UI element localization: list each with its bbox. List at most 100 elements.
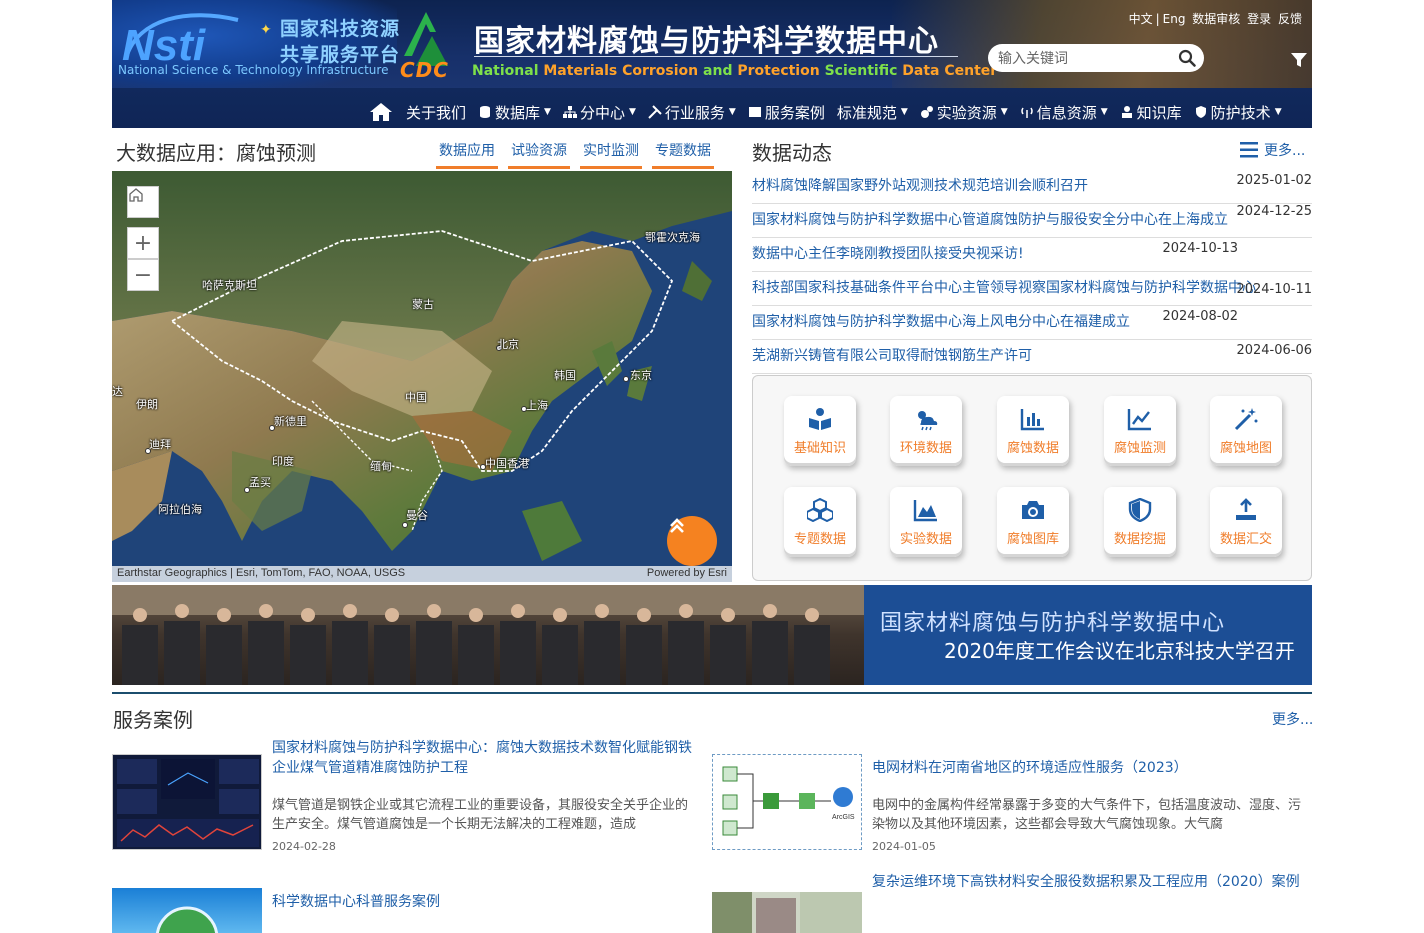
top-links: 中文 | Eng 数据审核 登录 反馈 [1126,10,1302,27]
railway-thumbnail [712,892,862,933]
news-item[interactable]: 材料腐蚀降解国家野外站观测技术规范培训会顺利召开 2025-01-02 [752,170,1312,204]
feedback-link[interactable]: 反馈 [1278,12,1302,26]
home-icon[interactable] [368,101,394,123]
search-icon[interactable] [1178,49,1196,67]
quick-link-basic-knowledge[interactable]: 基础知识 [784,396,856,466]
map-label: 缅甸 [370,460,392,473]
map-credit-esri[interactable]: Powered by Esri [647,567,727,581]
caret-down-icon: ▼ [628,107,636,117]
data-review-link[interactable]: 数据审核 [1192,12,1240,26]
case-thumbnail[interactable] [112,888,262,933]
cogs-icon [920,105,934,119]
case-date: 2024-01-05 [872,840,936,853]
news-item-title[interactable]: 材料腐蚀降解国家野外站观测技术规范培训会顺利召开 [752,175,1088,195]
map-home-button[interactable] [127,186,159,218]
site-title-en-part: National [472,63,539,79]
case-thumbnail[interactable] [712,892,862,933]
map-zoom-out-button[interactable]: − [127,259,159,291]
case-title[interactable]: 科学数据中心科普服务案例 [272,892,696,912]
cases-more-link[interactable]: 更多... [1272,709,1313,729]
camera-icon [1022,500,1044,519]
news-item[interactable]: 数据中心主任李晓刚教授团队接受央视采访! 2024-10-13 [752,238,1312,272]
case-description: 煤气管道是钢铁企业或其它流程工业的重要设备，其服役安全关乎企业的生产安全。煤气管… [272,798,689,832]
news-item-title[interactable]: 科技部国家科技基础条件平台中心主管领导视察国家材料腐蚀与防护科学数据中心 [752,277,1256,297]
news-item-title[interactable]: 芜湖新兴铸管有限公司取得耐蚀钢筋生产许可 [752,345,1032,365]
search-input[interactable] [998,48,1168,68]
quick-link-data-submission[interactable]: 数据汇交 [1210,487,1282,557]
news-item[interactable]: 国家材料腐蚀与防护科学数据中心管道腐蚀防护与服役安全分中心在上海成立 2024-… [752,204,1312,238]
cases-divider [112,692,1312,694]
tab-topic-data[interactable]: 专题数据 [652,138,714,169]
cubes-icon [807,497,833,522]
quick-link-topic-data[interactable]: 专题数据 [784,487,856,557]
site-title-en-part: Protection [732,63,820,79]
news-item-date: 2024-06-06 [1236,343,1312,358]
nsti-logo[interactable]: Nsti [118,8,258,68]
quick-link-corrosion-data[interactable]: 腐蚀数据 [997,396,1069,466]
tab-data-application[interactable]: 数据应用 [436,138,498,169]
filter-icon[interactable] [1290,51,1308,69]
svg-text:Nsti: Nsti [122,21,206,68]
quick-link-corrosion-monitoring[interactable]: 腐蚀监测 [1104,396,1176,466]
quick-link-corrosion-map[interactable]: 腐蚀地图 [1210,396,1282,466]
quick-link-corrosion-gallery[interactable]: 腐蚀图库 [997,487,1069,557]
case-title[interactable]: 国家材料腐蚀与防护科学数据中心：腐蚀大数据技术数智化赋能钢铁企业煤气管道精准腐蚀… [272,738,696,778]
tab-test-resources[interactable]: 试验资源 [508,138,570,169]
news-more-link[interactable]: 更多... [1240,140,1305,160]
quick-link-environment-data[interactable]: 环境数据 [890,396,962,466]
nav-item-6[interactable]: 实验资源 ▼ [920,102,1008,123]
nav-item-1[interactable]: 数据库 ▼ [478,102,551,123]
scroll-top-button[interactable] [667,516,717,566]
corrosion-map[interactable]: + − 鄂霍次克海 哈萨克斯坦 蒙古 北京 韩国 东京 中国 上海 新德里 迪拜… [112,171,732,582]
shield-icon [1194,105,1208,119]
site-title-en-part: Corrosion [617,63,699,79]
map-label: 蒙古 [412,298,434,311]
map-zoom-in-button[interactable]: + [127,227,159,259]
news-item[interactable]: 芜湖新兴铸管有限公司取得耐蚀钢筋生产许可 2024-06-06 [752,340,1312,374]
nav-item-2[interactable]: 分中心 ▼ [562,102,636,123]
nav-item-0[interactable]: 关于我们 [406,102,466,123]
double-chevron-up-icon [670,518,684,533]
nav-item-8[interactable]: 知识库 [1120,102,1182,123]
case-date: 2024-02-28 [272,840,336,853]
map-label: 曼谷 [406,509,428,522]
map-point[interactable] [623,376,629,382]
lang-en-link[interactable]: Eng [1163,12,1186,26]
quick-link-data-mining[interactable]: 数据挖掘 [1104,487,1176,557]
map-credit-sources[interactable]: Earthstar Geographics | Esri, TomTom, FA… [117,567,405,581]
list-icon [748,105,762,119]
map-label: 阿拉伯海 [158,503,202,516]
login-link[interactable]: 登录 [1247,12,1271,26]
nav-item-9[interactable]: 防护技术 ▼ [1194,102,1282,123]
earth-thumbnail [155,906,219,933]
quick-link-label: 腐蚀监测 [1113,440,1166,456]
quick-link-experiment-data[interactable]: 实验数据 [890,487,962,557]
nav-item-7[interactable]: 信息资源 ▼ [1020,102,1108,123]
nav-item-label: 服务案例 [764,103,825,122]
nav-item-label: 实验资源 [936,103,997,122]
nav-item-label: 知识库 [1136,103,1182,122]
nav-item-label: 标准规范 [836,103,897,122]
nav-item-4[interactable]: 服务案例 [748,102,825,123]
news-item[interactable]: 国家材料腐蚀与防护科学数据中心海上风电分中心在福建成立 2024-08-02 [752,306,1312,340]
case-title[interactable]: 电网材料在河南省地区的环境适应性服务（2023） [872,758,1302,778]
banner-line2: 2020年度工作会议在北京科技大学召开 [944,639,1295,663]
news-item-title[interactable]: 国家材料腐蚀与防护科学数据中心管道腐蚀防护与服役安全分中心在上海成立 [752,209,1228,229]
case-title[interactable]: 复杂运维环境下高铁材料安全服役数据积累及工程应用（2020）案例 [872,872,1302,892]
home-icon [129,188,143,202]
nav-item-3[interactable]: 行业服务 ▼ [648,102,736,123]
tab-realtime-monitoring[interactable]: 实时监测 [580,138,642,169]
nav-item-5[interactable]: 标准规范 ▼ [837,102,908,123]
case-thumbnail[interactable]: ArcGIS [712,754,862,850]
lang-separator: | [1155,12,1160,26]
lang-zh-link[interactable]: 中文 [1129,12,1153,26]
news-list: 材料腐蚀降解国家野外站观测技术规范培训会顺利召开 2025-01-02 国家材料… [752,170,1312,374]
site-title-en-part: and [698,63,733,79]
conference-banner[interactable]: 国家材料腐蚀与防护科学数据中心 2020年度工作会议在北京科技大学召开 [112,585,1312,685]
news-item-title[interactable]: 国家材料腐蚀与防护科学数据中心海上风电分中心在福建成立 [752,311,1130,331]
caret-down-icon: ▼ [1100,107,1108,117]
news-item[interactable]: 科技部国家科技基础条件平台中心主管领导视察国家材料腐蚀与防护科学数据中心 202… [752,272,1312,306]
news-item-title[interactable]: 数据中心主任李晓刚教授团队接受央视采访! [752,243,1024,263]
case-thumbnail[interactable] [112,754,262,850]
quick-link-label: 实验数据 [899,531,952,547]
